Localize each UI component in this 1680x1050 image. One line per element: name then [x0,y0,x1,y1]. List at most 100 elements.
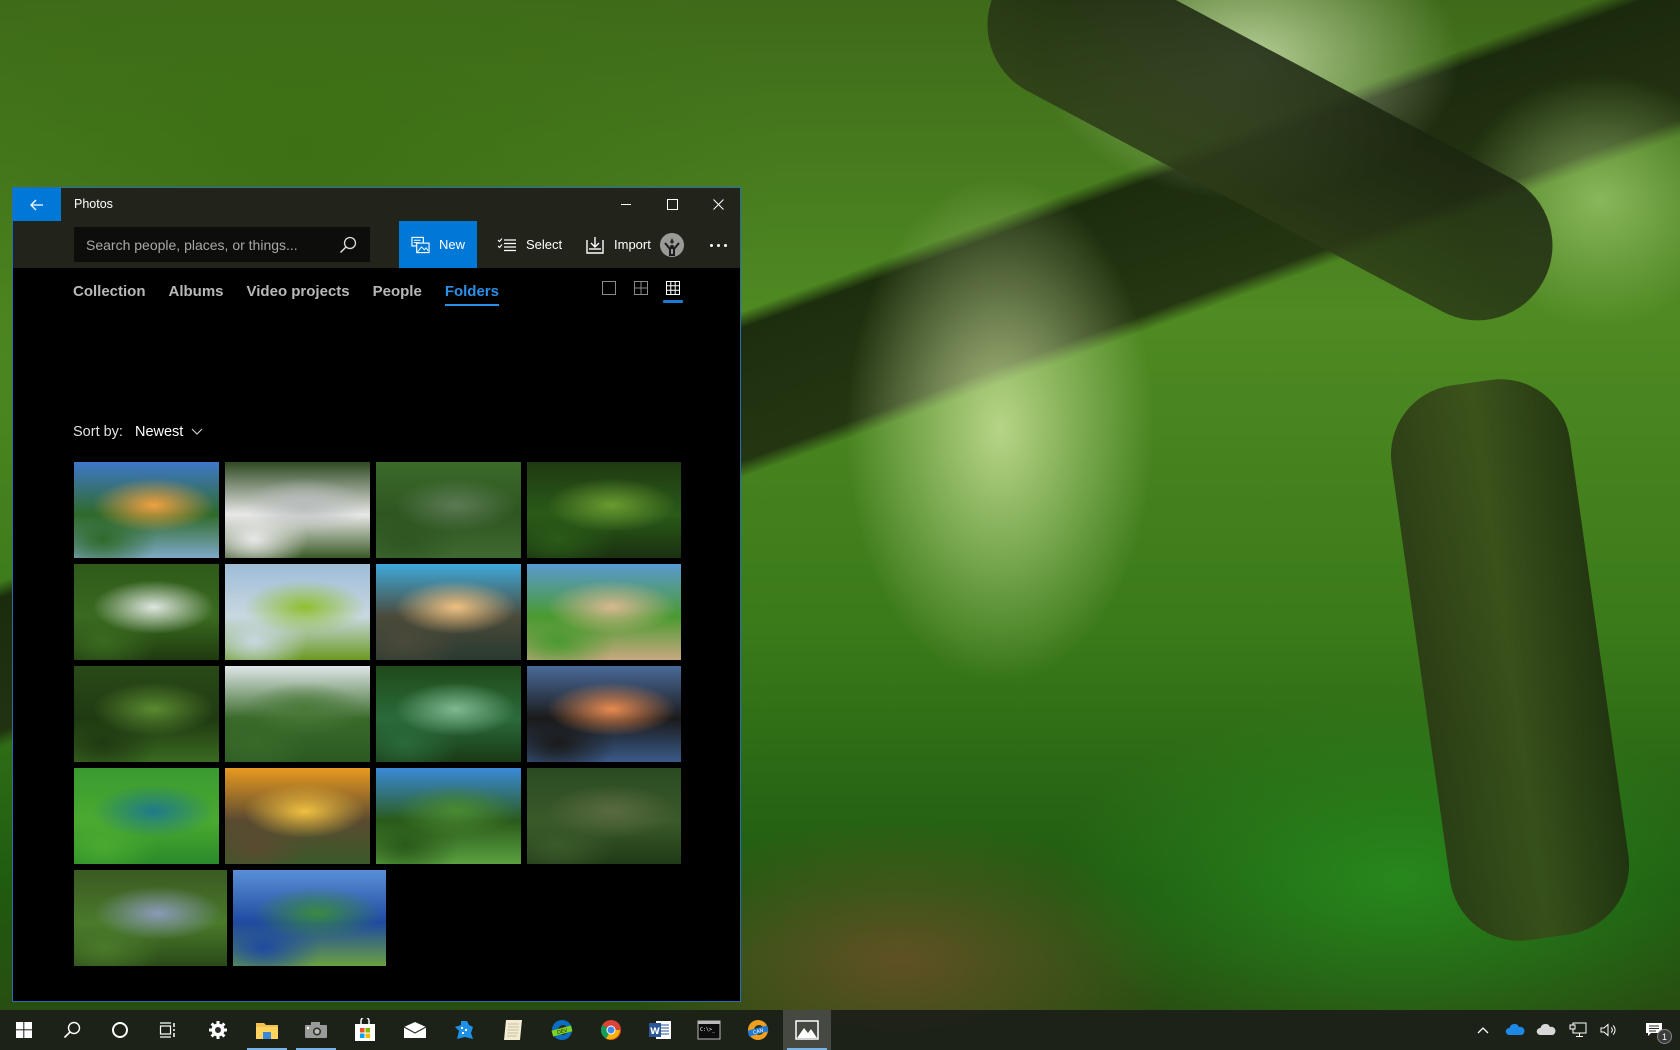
import-button-label: Import [614,237,651,252]
onedrive-business-tray[interactable] [1500,1010,1530,1050]
wallpaper-tree-trunk [961,0,1579,347]
more-options-button[interactable] [701,229,735,261]
photo-thumbnail-winding-river-aerial[interactable] [376,462,521,558]
small-tiles-icon [666,281,680,295]
minimize-button[interactable] [603,188,649,221]
new-button[interactable]: New [399,221,477,268]
photo-thumbnail-treetops-aerial[interactable] [74,768,219,864]
search-icon [63,1021,81,1039]
taskbar-camera[interactable] [292,1010,340,1050]
close-button[interactable] [695,188,741,221]
photo-thumbnail-amazon-river-aerial[interactable] [233,870,386,966]
photos-icon [795,1020,819,1040]
photo-thumbnail-sunset-river[interactable] [74,462,219,558]
new-button-label: New [438,237,465,252]
tab-folders[interactable]: Folders [444,283,500,306]
close-icon [712,199,724,210]
network-ethernet-icon [1569,1022,1587,1037]
show-hidden-icons-button[interactable] [1468,1010,1498,1050]
network-tray[interactable] [1563,1010,1593,1050]
blue-app-icon [455,1021,473,1039]
photo-thumbnail-river-sunset-reflection[interactable] [527,666,681,762]
search-input[interactable] [86,236,338,253]
taskbar-blue-app[interactable] [440,1010,488,1050]
taskbar-word[interactable]: W [636,1010,684,1050]
gear-icon [209,1021,227,1039]
more-dot-icon [723,243,727,247]
taskbar-photos[interactable] [783,1010,831,1050]
tab-collection[interactable]: Collection [73,283,146,306]
maximize-button[interactable] [649,188,695,221]
windows-logo-icon [16,1022,32,1038]
onedrive-personal-tray[interactable] [1531,1010,1561,1050]
app-title: Photos [74,197,113,211]
photo-thumbnail-lake-clouds[interactable] [376,564,521,660]
search-box[interactable] [74,227,370,262]
more-dot-icon [716,243,720,247]
onedrive-blue-cloud-icon [1505,1024,1525,1035]
cmd-icon: C:\>_ [697,1020,721,1040]
photo-thumbnail-sand-river-bank[interactable] [527,564,681,660]
photo-thumbnail-dark-river-aerial[interactable] [74,870,227,966]
import-button[interactable]: Import [573,221,663,268]
sort-label: Sort by: [73,424,123,440]
notepad-icon [504,1020,522,1040]
back-button[interactable] [13,188,61,221]
notification-count-badge: 1 [1657,1029,1672,1044]
taskbar-mail[interactable] [391,1010,439,1050]
tab-video-projects[interactable]: Video projects [247,283,350,306]
nav-tabs: Collection Albums Video projects People … [73,283,500,306]
svg-text:W: W [650,1027,660,1037]
photo-thumbnail-golden-canopy[interactable] [225,768,370,864]
search-icon[interactable] [338,235,358,255]
photo-thumbnail-sun-rays-forest[interactable] [376,666,521,762]
taskbar-notepad[interactable] [489,1010,537,1050]
camera-icon [305,1022,327,1038]
title-bar[interactable]: Photos [13,188,740,221]
volume-icon [1600,1023,1616,1037]
task-view-button[interactable] [144,1010,192,1050]
cortana-button[interactable] [96,1010,144,1050]
volume-tray[interactable] [1594,1010,1624,1050]
taskbar-edge-canary[interactable]: CAN [734,1010,782,1050]
view-medium-button[interactable] [633,281,649,303]
maximize-icon [666,199,678,210]
toolbar: New Select Import [13,221,740,268]
view-small-button[interactable] [663,281,683,303]
photo-thumbnail-jungle-path[interactable] [74,666,219,762]
photo-thumbnail-waterfall-mist[interactable] [225,462,370,558]
taskbar-command-prompt[interactable]: C:\>_ [685,1010,733,1050]
photo-thumbnail-lily-pads[interactable] [225,564,370,660]
sort-dropdown[interactable]: Newest [135,424,183,440]
taskbar-microsoft-store[interactable] [341,1010,389,1050]
photo-thumbnail-jungle-green[interactable] [527,462,681,558]
taskbar-search-button[interactable] [48,1010,96,1050]
select-button[interactable]: Select [485,221,574,268]
large-tiles-icon [602,281,616,295]
photo-thumbnail-river-bend-aerial[interactable] [527,768,681,864]
photo-thumbnail-jungle-waterfall[interactable] [74,564,219,660]
taskbar-edge-dev[interactable]: DEV [538,1010,586,1050]
import-icon [586,236,604,254]
account-avatar[interactable] [660,233,684,257]
action-center-button[interactable]: 1 [1634,1010,1674,1050]
taskbar-chrome[interactable] [587,1010,635,1050]
sort-control: Sort by: Newest [73,424,203,440]
photo-thumbnail-lily-pond-hut[interactable] [225,666,370,762]
photo-thumbnail-canopy-walkway[interactable] [376,768,521,864]
photos-window: Photos Ne [12,187,741,1002]
tab-albums[interactable]: Albums [169,283,224,306]
more-dot-icon [709,243,713,247]
chevron-down-icon[interactable] [191,428,203,436]
view-large-button[interactable] [601,281,617,303]
avatar-icon [660,233,684,257]
new-creation-icon [411,236,430,253]
taskbar-settings[interactable] [194,1010,242,1050]
start-button[interactable] [0,1010,48,1050]
tab-people[interactable]: People [373,283,422,306]
folder-icon [256,1023,278,1039]
select-button-label: Select [526,237,563,252]
view-size-toggles [601,281,683,303]
mail-icon [403,1022,427,1038]
taskbar-file-explorer[interactable] [243,1010,291,1050]
